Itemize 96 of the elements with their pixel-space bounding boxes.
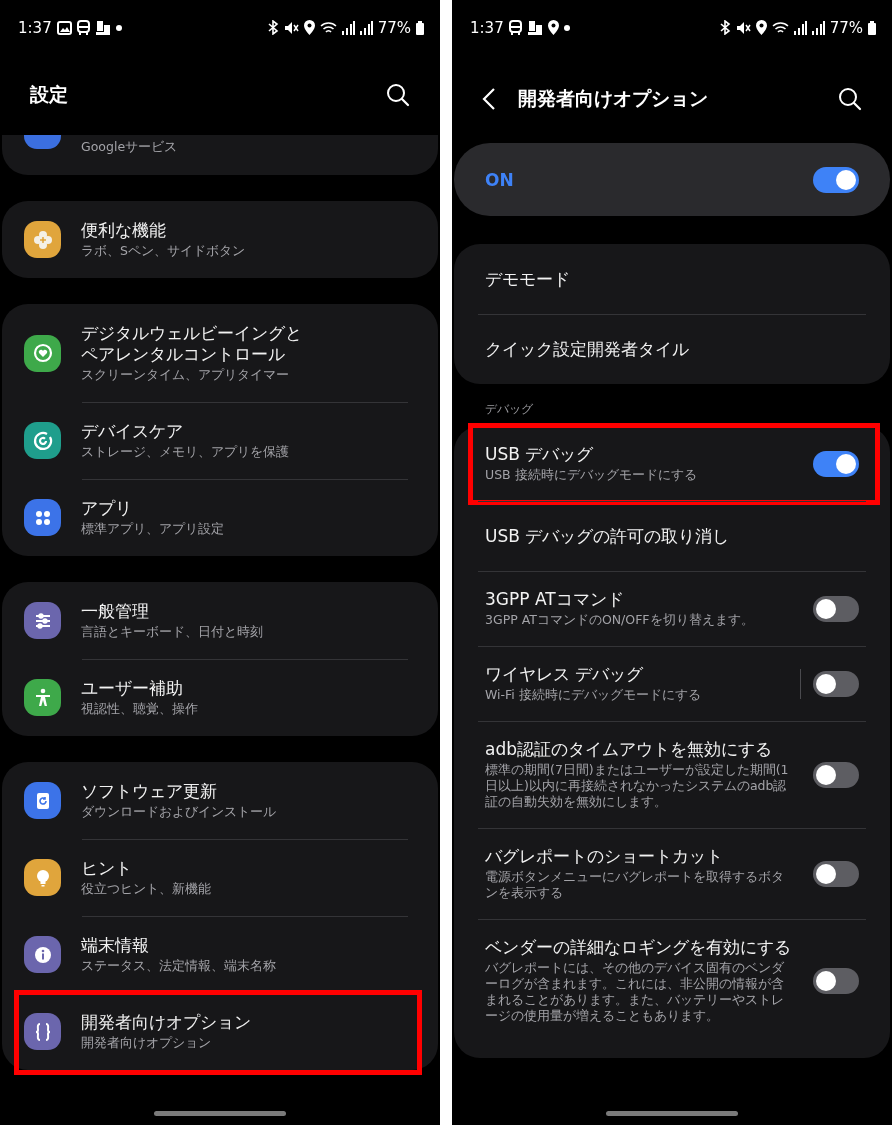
item-title: 一般管理 (81, 601, 150, 622)
toggle-switch[interactable] (813, 967, 859, 994)
signal-icon (793, 20, 807, 35)
item-subtitle: 開発者向けオプション (81, 1035, 212, 1051)
item-subtitle: スクリーンタイム、アプリタイマー (81, 367, 290, 383)
item-subtitle: 標準アプリ、アプリ設定 (81, 521, 224, 537)
toggle-switch[interactable] (813, 595, 859, 622)
item-subtitle: Googleサービス (81, 139, 178, 155)
settings-item[interactable]: バグレポートのショートカット 電源ボタンメニューにバグレポートを取得するボタンを表示する (454, 828, 890, 919)
back-button[interactable] (482, 87, 496, 111)
signal-icon (359, 20, 373, 35)
settings-item[interactable]: 3GPP ATコマンド 3GPP ATコマンドのON/OFFを切り替えます。 (454, 571, 890, 646)
toggle-switch[interactable] (813, 670, 859, 697)
item-subtitle: 標準の期間(7日間)またはユーザーが設定した期間(1日以上)以内に再接続されなかったシステムのadb認証の自動失効を無効にします。 (485, 762, 790, 810)
settings-item[interactable]: 開発者向けオプション 開発者向けオプション (2, 993, 438, 1070)
item-title: デジタルウェルビーイングとペアレンタルコントロール (81, 323, 303, 365)
item-subtitle: バグレポートには、その他のデバイス固有のベンダーログが含まれます。これには、非公開の情報が含まれることがあります。また、バッテリーやストレージの使用量が増えることもあります。 (485, 960, 785, 1024)
mute-icon (735, 20, 751, 35)
signal-icon (341, 20, 355, 35)
item-title: クイック設定開発者タイル (485, 338, 690, 360)
settings-item[interactable]: アプリ 標準アプリ、アプリ設定 (2, 479, 438, 556)
bluetooth-icon (266, 20, 279, 35)
item-title: バグレポートのショートカット (485, 846, 724, 867)
item-subtitle: ダウンロードおよびインストール (81, 804, 276, 820)
item-subtitle: USB 接続時にデバッグモードにする (485, 467, 698, 483)
settings-item[interactable]: USB デバッグの許可の取り消し (454, 501, 890, 571)
item-subtitle: Wi-Fi 接続時にデバッグモードにする (485, 687, 702, 703)
dot-icon (115, 24, 122, 31)
item-title: デバイスケア (81, 421, 184, 442)
settings-item[interactable]: ワイヤレス デバッグ Wi-Fi 接続時にデバッグモードにする (454, 646, 890, 721)
item-subtitle: ストレージ、メモリ、アプリを保護 (81, 444, 289, 460)
item-title: ヒント (81, 858, 133, 879)
battery-icon (416, 20, 424, 35)
item-title: USB デバッグ (485, 444, 595, 465)
toggle-switch[interactable] (813, 761, 859, 788)
item-title: 開発者向けオプション (81, 1012, 251, 1033)
item-subtitle: 視認性、聴覚、操作 (81, 701, 198, 717)
dot-icon (563, 24, 570, 31)
settings-item[interactable]: ベンダーの詳細なロギングを有効にする バグレポートには、その他のデバイス固有のベンダーログが含まれます。これには、非公開の情報が含まれることがあります。また、バッテリーやストレージの使用量が増えることもあります。 (454, 919, 890, 1042)
item-subtitle: ラボ、Sペン、サイドボタン (81, 243, 245, 259)
location-icon (755, 20, 767, 35)
settings-item[interactable]: adb認証のタイムアウトを無効にする 標準の期間(7日間)またはユーザーが設定した期間(1日以上)以内に再接続されなかったシステムのadb認証の自動失効を無効にします。 (454, 721, 890, 828)
bluetooth-icon (718, 20, 731, 35)
settings-item[interactable]: Googleサービス (2, 135, 438, 155)
item-subtitle: 言語とキーボード、日付と時刻 (81, 624, 263, 640)
screen-title: 開発者向けオプション (518, 86, 709, 111)
item-title: USB デバッグの許可の取り消し (485, 525, 731, 547)
settings-item[interactable]: ユーザー補助 視認性、聴覚、操作 (2, 659, 438, 736)
screen-title: 設定 (30, 82, 69, 107)
signal-icon (811, 20, 825, 35)
image-icon (56, 20, 72, 35)
bus-icon (76, 20, 90, 35)
item-title: 端末情報 (81, 935, 150, 956)
location-icon (303, 20, 315, 35)
settings-item[interactable]: USB デバッグ USB 接続時にデバッグモードにする (454, 426, 890, 501)
toggle-switch[interactable] (813, 450, 859, 477)
section-label: デバッグ (484, 401, 534, 418)
settings-item[interactable]: 便利な機能 ラボ、Sペン、サイドボタン (2, 201, 438, 278)
item-subtitle: 役立つヒント、新機能 (81, 881, 211, 897)
wifi-icon (319, 20, 337, 35)
transit-icon (526, 19, 543, 36)
toggle-switch[interactable] (813, 166, 859, 193)
location-icon (547, 20, 559, 35)
status-time: 1:37 (18, 18, 52, 37)
item-title: ユーザー補助 (81, 678, 184, 699)
transit-icon (94, 19, 111, 36)
settings-item[interactable]: クイック設定開発者タイル (454, 314, 890, 384)
search-button[interactable] (386, 83, 410, 107)
item-title: ベンダーの詳細なロギングを有効にする (485, 937, 792, 958)
item-title: 便利な機能 (81, 220, 167, 241)
battery-percent: 77% (377, 18, 411, 37)
settings-item[interactable]: デバイスケア ストレージ、メモリ、アプリを保護 (2, 402, 438, 479)
item-title: ソフトウェア更新 (81, 781, 218, 802)
status-time: 1:37 (470, 18, 504, 37)
wifi-icon (771, 20, 789, 35)
settings-item[interactable]: 一般管理 言語とキーボード、日付と時刻 (2, 582, 438, 659)
item-title: アプリ (81, 498, 133, 519)
settings-item[interactable]: ソフトウェア更新 ダウンロードおよびインストール (2, 762, 438, 839)
settings-item[interactable]: 端末情報 ステータス、法定情報、端末名称 (2, 916, 438, 993)
settings-item[interactable]: ヒント 役立つヒント、新機能 (2, 839, 438, 916)
item-title: デモモード (485, 268, 571, 290)
item-title: adb認証のタイムアウトを無効にする (485, 739, 773, 760)
toggle-switch[interactable] (813, 860, 859, 887)
settings-item[interactable]: デモモード (454, 244, 890, 314)
item-subtitle: 電源ボタンメニューにバグレポートを取得するボタンを表示する (485, 869, 785, 901)
item-subtitle: ステータス、法定情報、端末名称 (81, 958, 276, 974)
search-button[interactable] (838, 87, 862, 111)
master-switch-label: ON (485, 169, 514, 190)
settings-item[interactable]: デジタルウェルビーイングとペアレンタルコントロール スクリーンタイム、アプリタイマー (2, 304, 438, 402)
battery-icon (868, 20, 876, 35)
mute-icon (283, 20, 299, 35)
item-subtitle: 3GPP ATコマンドのON/OFFを切り替えます。 (485, 612, 755, 628)
battery-percent: 77% (829, 18, 863, 37)
item-title: ワイヤレス デバッグ (485, 664, 645, 685)
item-title: 3GPP ATコマンド (485, 589, 625, 610)
bus-icon (508, 20, 522, 35)
